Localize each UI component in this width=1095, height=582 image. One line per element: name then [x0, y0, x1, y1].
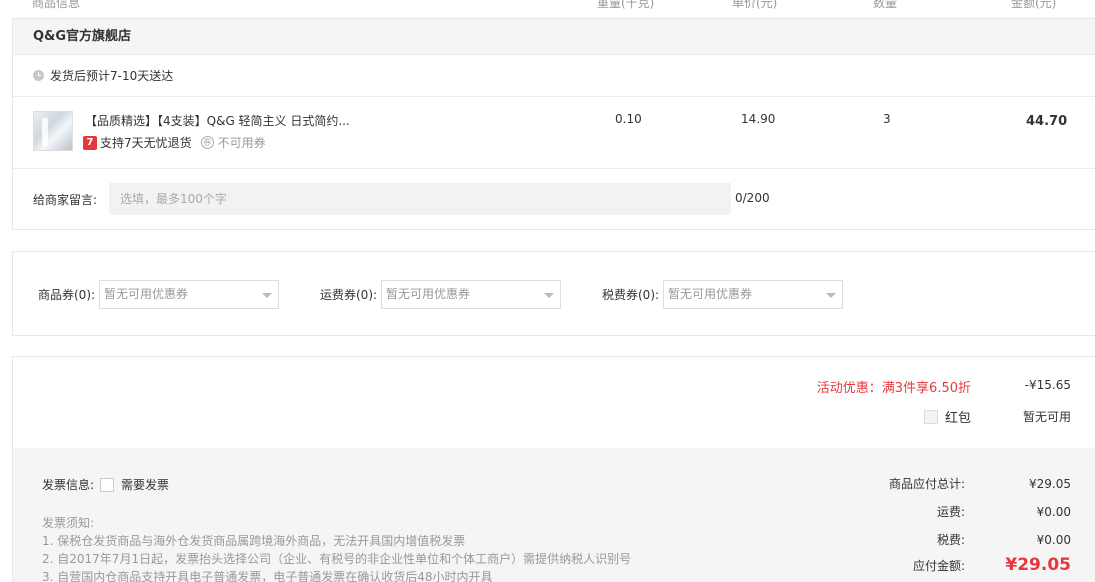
product-row: 【品质精选】【4支装】Q&G 轻简主义 日式简约... 7 支持7天无忧退货 券… — [13, 97, 1095, 169]
red-packet-value: 暂无可用 — [1022, 410, 1071, 424]
tax-coupon: 税费券(0): 暂无可用优惠券 — [602, 280, 844, 309]
invoice-note-item: 3. 自营国内仓商品支持开具电子普通发票，电子普通发票在确认收货后48小时内开具 — [42, 570, 493, 582]
chevron-down-icon — [262, 293, 273, 298]
need-invoice-label[interactable]: 需要发票 — [121, 476, 169, 493]
tax-row: 税费: ¥0.00 — [845, 531, 1071, 548]
header-amount: 金额(元) — [1011, 0, 1057, 10]
red-packet-label: 红包 — [944, 411, 971, 426]
shipping-row: 运费: ¥0.00 — [845, 503, 1071, 520]
coupon-unavailable-text: 不可用券 — [217, 136, 266, 150]
invoice-notes-title: 发票须知: — [42, 516, 95, 530]
subtotal-label: 商品应付总计: — [888, 477, 965, 491]
delivery-text: 发货后预计7-10天送达 — [50, 68, 174, 83]
invoice-label: 发票信息: — [42, 478, 95, 492]
header-item-info: 商品信息 — [32, 0, 81, 10]
tax-label: 税费: — [936, 533, 965, 547]
store-card: Q&G官方旗舰店 发货后预计7-10天送达 【品质精选】【4支装】Q&G 轻简主… — [12, 18, 1095, 230]
tax-coupon-value: 暂无可用优惠券 — [668, 287, 753, 301]
invoice-area: 发票信息: 需要发票 发票须知: 1. 保税仓发货商品与海外仓发货商品属跨境海外… — [13, 448, 1095, 582]
seven-day-return-icon: 7 — [83, 135, 97, 150]
shipping-coupon: 运费券(0): 暂无可用优惠券 — [320, 280, 562, 309]
chevron-down-icon — [826, 293, 837, 298]
grand-total-row: 应付金额: ¥29.05 — [845, 555, 1071, 575]
product-title[interactable]: 【品质精选】【4支装】Q&G 轻简主义 日式简约... — [85, 112, 350, 129]
product-badges: 7 支持7天无忧退货 券 不可用券 — [83, 134, 266, 151]
product-unit-price: 14.90 — [741, 112, 776, 126]
goods-coupon: 商品券(0): 暂无可用优惠券 — [38, 280, 280, 309]
grand-total-label: 应付金额: — [912, 558, 965, 573]
goods-coupon-value: 暂无可用优惠券 — [104, 287, 189, 301]
delivery-estimate: 发货后预计7-10天送达 — [13, 55, 1095, 97]
seller-message-input[interactable] — [109, 183, 731, 215]
red-packet-option: 红包 — [923, 407, 971, 426]
seller-message-label: 给商家留言: — [33, 193, 98, 207]
red-packet-checkbox[interactable] — [923, 409, 938, 424]
return-policy-text: 支持7天无忧退货 — [100, 136, 192, 150]
invoice-note-item: 2. 自2017年7月1日起，发票抬头选择公司（企业、有税号的非企业性单位和个体… — [42, 552, 632, 566]
store-name[interactable]: Q&G官方旗舰店 — [13, 19, 1095, 55]
promotion-label: 活动优惠：满3件享6.50折 — [816, 381, 971, 396]
product-weight: 0.10 — [615, 112, 642, 126]
table-header: 商品信息 重量(千克) 单价(元) 数量 金额(元) — [0, 0, 1095, 10]
product-thumbnail[interactable] — [33, 111, 73, 151]
coupon-card: 商品券(0): 暂无可用优惠券 运费券(0): 暂无可用优惠券 税费券(0): … — [12, 251, 1095, 336]
subtotal-row: 商品应付总计: ¥29.05 — [845, 475, 1071, 492]
invoice-header: 发票信息: 需要发票 — [42, 476, 169, 493]
tax-coupon-label: 税费券(0): — [602, 288, 660, 302]
tax-value: ¥0.00 — [1036, 532, 1071, 547]
promotion-area: 活动优惠：满3件享6.50折 -¥15.65 红包 暂无可用 — [13, 357, 1095, 448]
tax-coupon-select[interactable]: 暂无可用优惠券 — [663, 280, 844, 309]
shipping-coupon-select[interactable]: 暂无可用优惠券 — [381, 280, 562, 309]
subtotal-value: ¥29.05 — [1029, 476, 1071, 491]
goods-coupon-select[interactable]: 暂无可用优惠券 — [99, 280, 280, 309]
shipping-coupon-label: 运费券(0): — [320, 288, 378, 302]
header-quantity: 数量 — [873, 0, 898, 10]
product-amount: 44.70 — [1026, 114, 1068, 129]
shipping-value: ¥0.00 — [1036, 504, 1071, 519]
invoice-notes: 发票须知: 1. 保税仓发货商品与海外仓发货商品属跨境海外商品，无法开具国内增值… — [42, 514, 631, 582]
header-unit-price: 单价(元) — [732, 0, 778, 10]
chevron-down-icon — [544, 293, 555, 298]
coupon-disabled-icon: 券 — [200, 136, 214, 149]
shipping-coupon-value: 暂无可用优惠券 — [386, 287, 471, 301]
shipping-label: 运费: — [936, 505, 965, 519]
order-summary-card: 活动优惠：满3件享6.50折 -¥15.65 红包 暂无可用 发票信息: 需要发… — [12, 356, 1095, 582]
clock-icon — [33, 70, 44, 81]
promotion-value: -¥15.65 — [1024, 378, 1071, 392]
message-char-counter: 0/200 — [735, 191, 770, 205]
header-weight: 重量(千克) — [597, 0, 655, 10]
grand-total-value: ¥29.05 — [1005, 555, 1071, 575]
seller-message-row: 给商家留言: 0/200 — [13, 169, 1095, 229]
need-invoice-checkbox[interactable] — [100, 477, 115, 492]
product-quantity: 3 — [883, 112, 891, 126]
goods-coupon-label: 商品券(0): — [38, 288, 96, 302]
invoice-note-item: 1. 保税仓发货商品与海外仓发货商品属跨境海外商品，无法开具国内增值税发票 — [42, 534, 466, 548]
